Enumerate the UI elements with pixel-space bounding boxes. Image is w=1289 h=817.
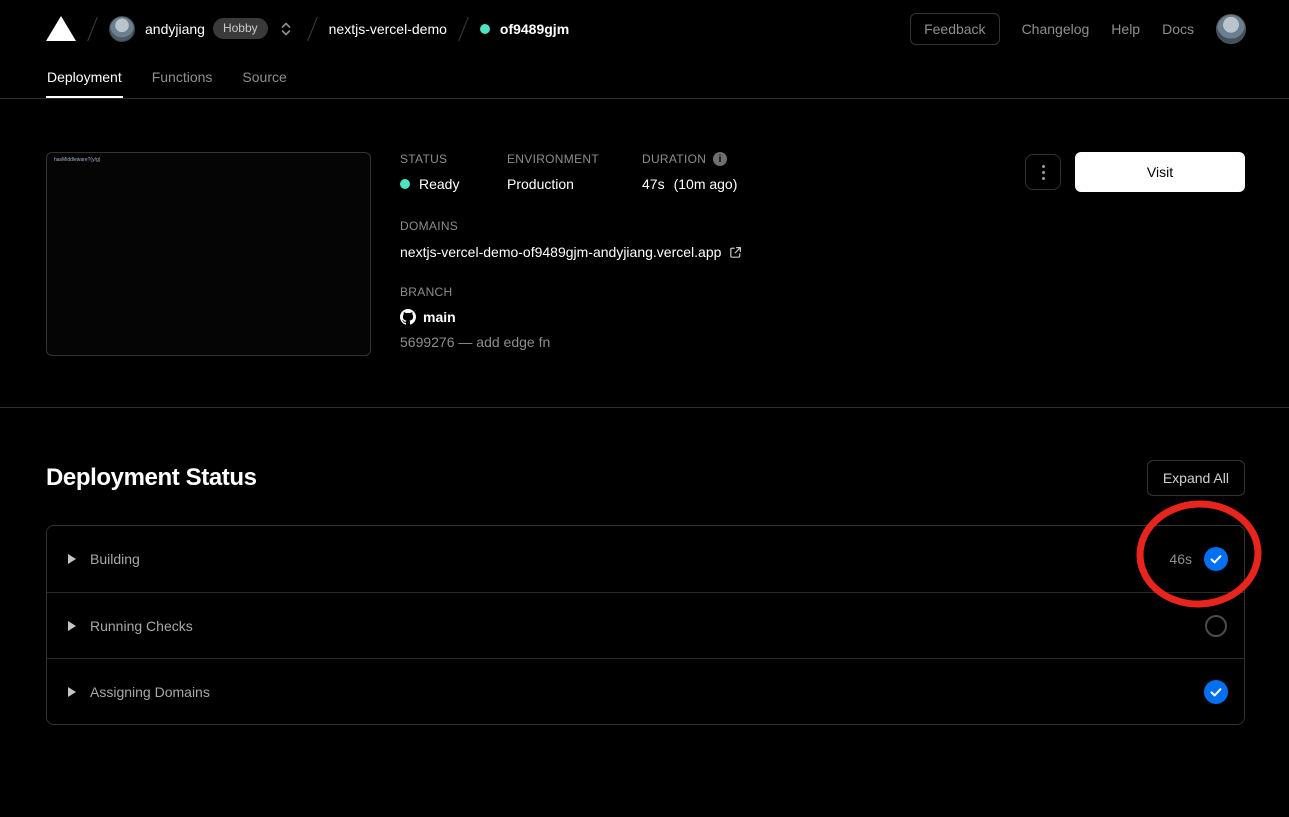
commit-message: 5699276 — add edge fn: [400, 334, 743, 350]
meta-row: STATUS Ready ENVIRONMENT Production DURA…: [400, 152, 743, 192]
slash-divider-icon: [458, 16, 469, 40]
vercel-logo-icon[interactable]: [46, 16, 76, 41]
row-status-indicators: [1204, 614, 1228, 638]
check-circle-icon: [1204, 680, 1228, 704]
section-divider: [0, 407, 1289, 408]
section-title: Deployment Status: [46, 464, 257, 492]
duration-column: DURATION i 47s (10m ago): [642, 152, 737, 192]
accordion-row-label: Assigning Domains: [90, 684, 210, 700]
help-link[interactable]: Help: [1111, 21, 1140, 37]
environment-value: Production: [507, 176, 642, 192]
info-icon[interactable]: i: [713, 152, 727, 166]
domain-line: nextjs-vercel-demo-of9489gjm-andyjiang.v…: [400, 244, 743, 260]
check-circle-icon: [1204, 547, 1228, 571]
team-avatar[interactable]: [109, 16, 135, 42]
accordion-row-assigning-domains[interactable]: Assigning Domains: [47, 658, 1244, 724]
ready-status-dot-icon: [480, 24, 490, 34]
duration-text: 47s: [642, 176, 665, 192]
overview-controls: Visit: [1025, 152, 1245, 192]
slash-divider-icon: [307, 16, 318, 40]
accordion-row-running-checks[interactable]: Running Checks: [47, 592, 1244, 658]
caret-right-icon: [67, 620, 77, 632]
ellipsis-dot: [1042, 171, 1045, 174]
top-nav-right: Feedback Changelog Help Docs: [910, 13, 1246, 45]
vercel-deployment-page: { "header": { "breadcrumb": { "team": "a…: [0, 0, 1289, 817]
feedback-button[interactable]: Feedback: [910, 13, 999, 45]
chevron-up-down-icon: [278, 21, 294, 37]
plan-badge: Hobby: [213, 18, 268, 39]
accordion-row-label: Running Checks: [90, 618, 193, 634]
accordion-row-building[interactable]: Building 46s: [47, 526, 1244, 592]
status-value: Ready: [400, 176, 507, 192]
project-name[interactable]: nextjs-vercel-demo: [329, 21, 447, 37]
ellipsis-dot: [1042, 165, 1045, 168]
tab-deployment[interactable]: Deployment: [46, 57, 123, 98]
branch-name[interactable]: main: [423, 309, 456, 325]
duration-label: DURATION i: [642, 152, 737, 166]
preview-page-text: hasMiddleware?(y/g): [54, 157, 363, 163]
ellipsis-dot: [1042, 177, 1045, 180]
scope-switcher-button[interactable]: [276, 19, 296, 39]
duration-ago-text: (10m ago): [674, 176, 738, 192]
visit-button[interactable]: Visit: [1075, 152, 1245, 192]
status-column: STATUS Ready: [400, 152, 507, 192]
status-label: STATUS: [400, 152, 507, 166]
domains-block: DOMAINS nextjs-vercel-demo-of9489gjm-and…: [400, 219, 743, 260]
slash-divider-icon: [87, 16, 98, 40]
deployment-meta: STATUS Ready ENVIRONMENT Production DURA…: [400, 152, 743, 350]
row-status-indicators: [1204, 680, 1228, 704]
deployment-name: of9489gjm: [500, 21, 569, 37]
tab-functions[interactable]: Functions: [151, 57, 214, 98]
domain-link[interactable]: nextjs-vercel-demo-of9489gjm-andyjiang.v…: [400, 244, 721, 260]
status-accordion: Building 46s Running Checks: [46, 525, 1245, 725]
external-link-icon: [728, 245, 743, 260]
branch-block: BRANCH main 5699276 — add edge fn: [400, 285, 743, 350]
environment-label: ENVIRONMENT: [507, 152, 642, 166]
tab-source[interactable]: Source: [241, 57, 287, 98]
branch-line: main: [400, 309, 743, 325]
deployment-overview: hasMiddleware?(y/g) STATUS Ready ENVIRON…: [0, 99, 1289, 407]
user-avatar[interactable]: [1216, 14, 1246, 44]
branch-label: BRANCH: [400, 285, 743, 299]
empty-circle-icon: [1204, 614, 1228, 638]
domains-label: DOMAINS: [400, 219, 743, 233]
top-nav: andyjiang Hobby nextjs-vercel-demo of948…: [0, 0, 1289, 57]
status-text: Ready: [419, 176, 459, 192]
expand-all-button[interactable]: Expand All: [1147, 460, 1245, 496]
overflow-menu-button[interactable]: [1025, 154, 1061, 190]
tab-bar: Deployment Functions Source: [0, 57, 1289, 99]
breadcrumb: andyjiang Hobby nextjs-vercel-demo of948…: [46, 16, 569, 42]
github-icon: [400, 309, 416, 325]
environment-column: ENVIRONMENT Production: [507, 152, 642, 192]
caret-right-icon: [67, 553, 77, 565]
docs-link[interactable]: Docs: [1162, 21, 1194, 37]
changelog-link[interactable]: Changelog: [1022, 21, 1090, 37]
duration-label-text: DURATION: [642, 152, 706, 166]
row-status-indicators: 46s: [1169, 547, 1228, 571]
caret-right-icon: [67, 686, 77, 698]
header: andyjiang Hobby nextjs-vercel-demo of948…: [0, 0, 1289, 99]
ready-status-dot-icon: [400, 179, 410, 189]
deployment-status-section: Deployment Status Expand All Building 46…: [0, 460, 1289, 725]
team-name[interactable]: andyjiang: [145, 21, 205, 37]
duration-value: 47s (10m ago): [642, 176, 737, 192]
deployment-crumb: of9489gjm: [480, 21, 569, 37]
status-section-header: Deployment Status Expand All: [46, 460, 1245, 496]
accordion-row-label: Building: [90, 551, 140, 567]
preview-thumbnail[interactable]: hasMiddleware?(y/g): [46, 152, 371, 356]
step-duration: 46s: [1169, 551, 1192, 567]
